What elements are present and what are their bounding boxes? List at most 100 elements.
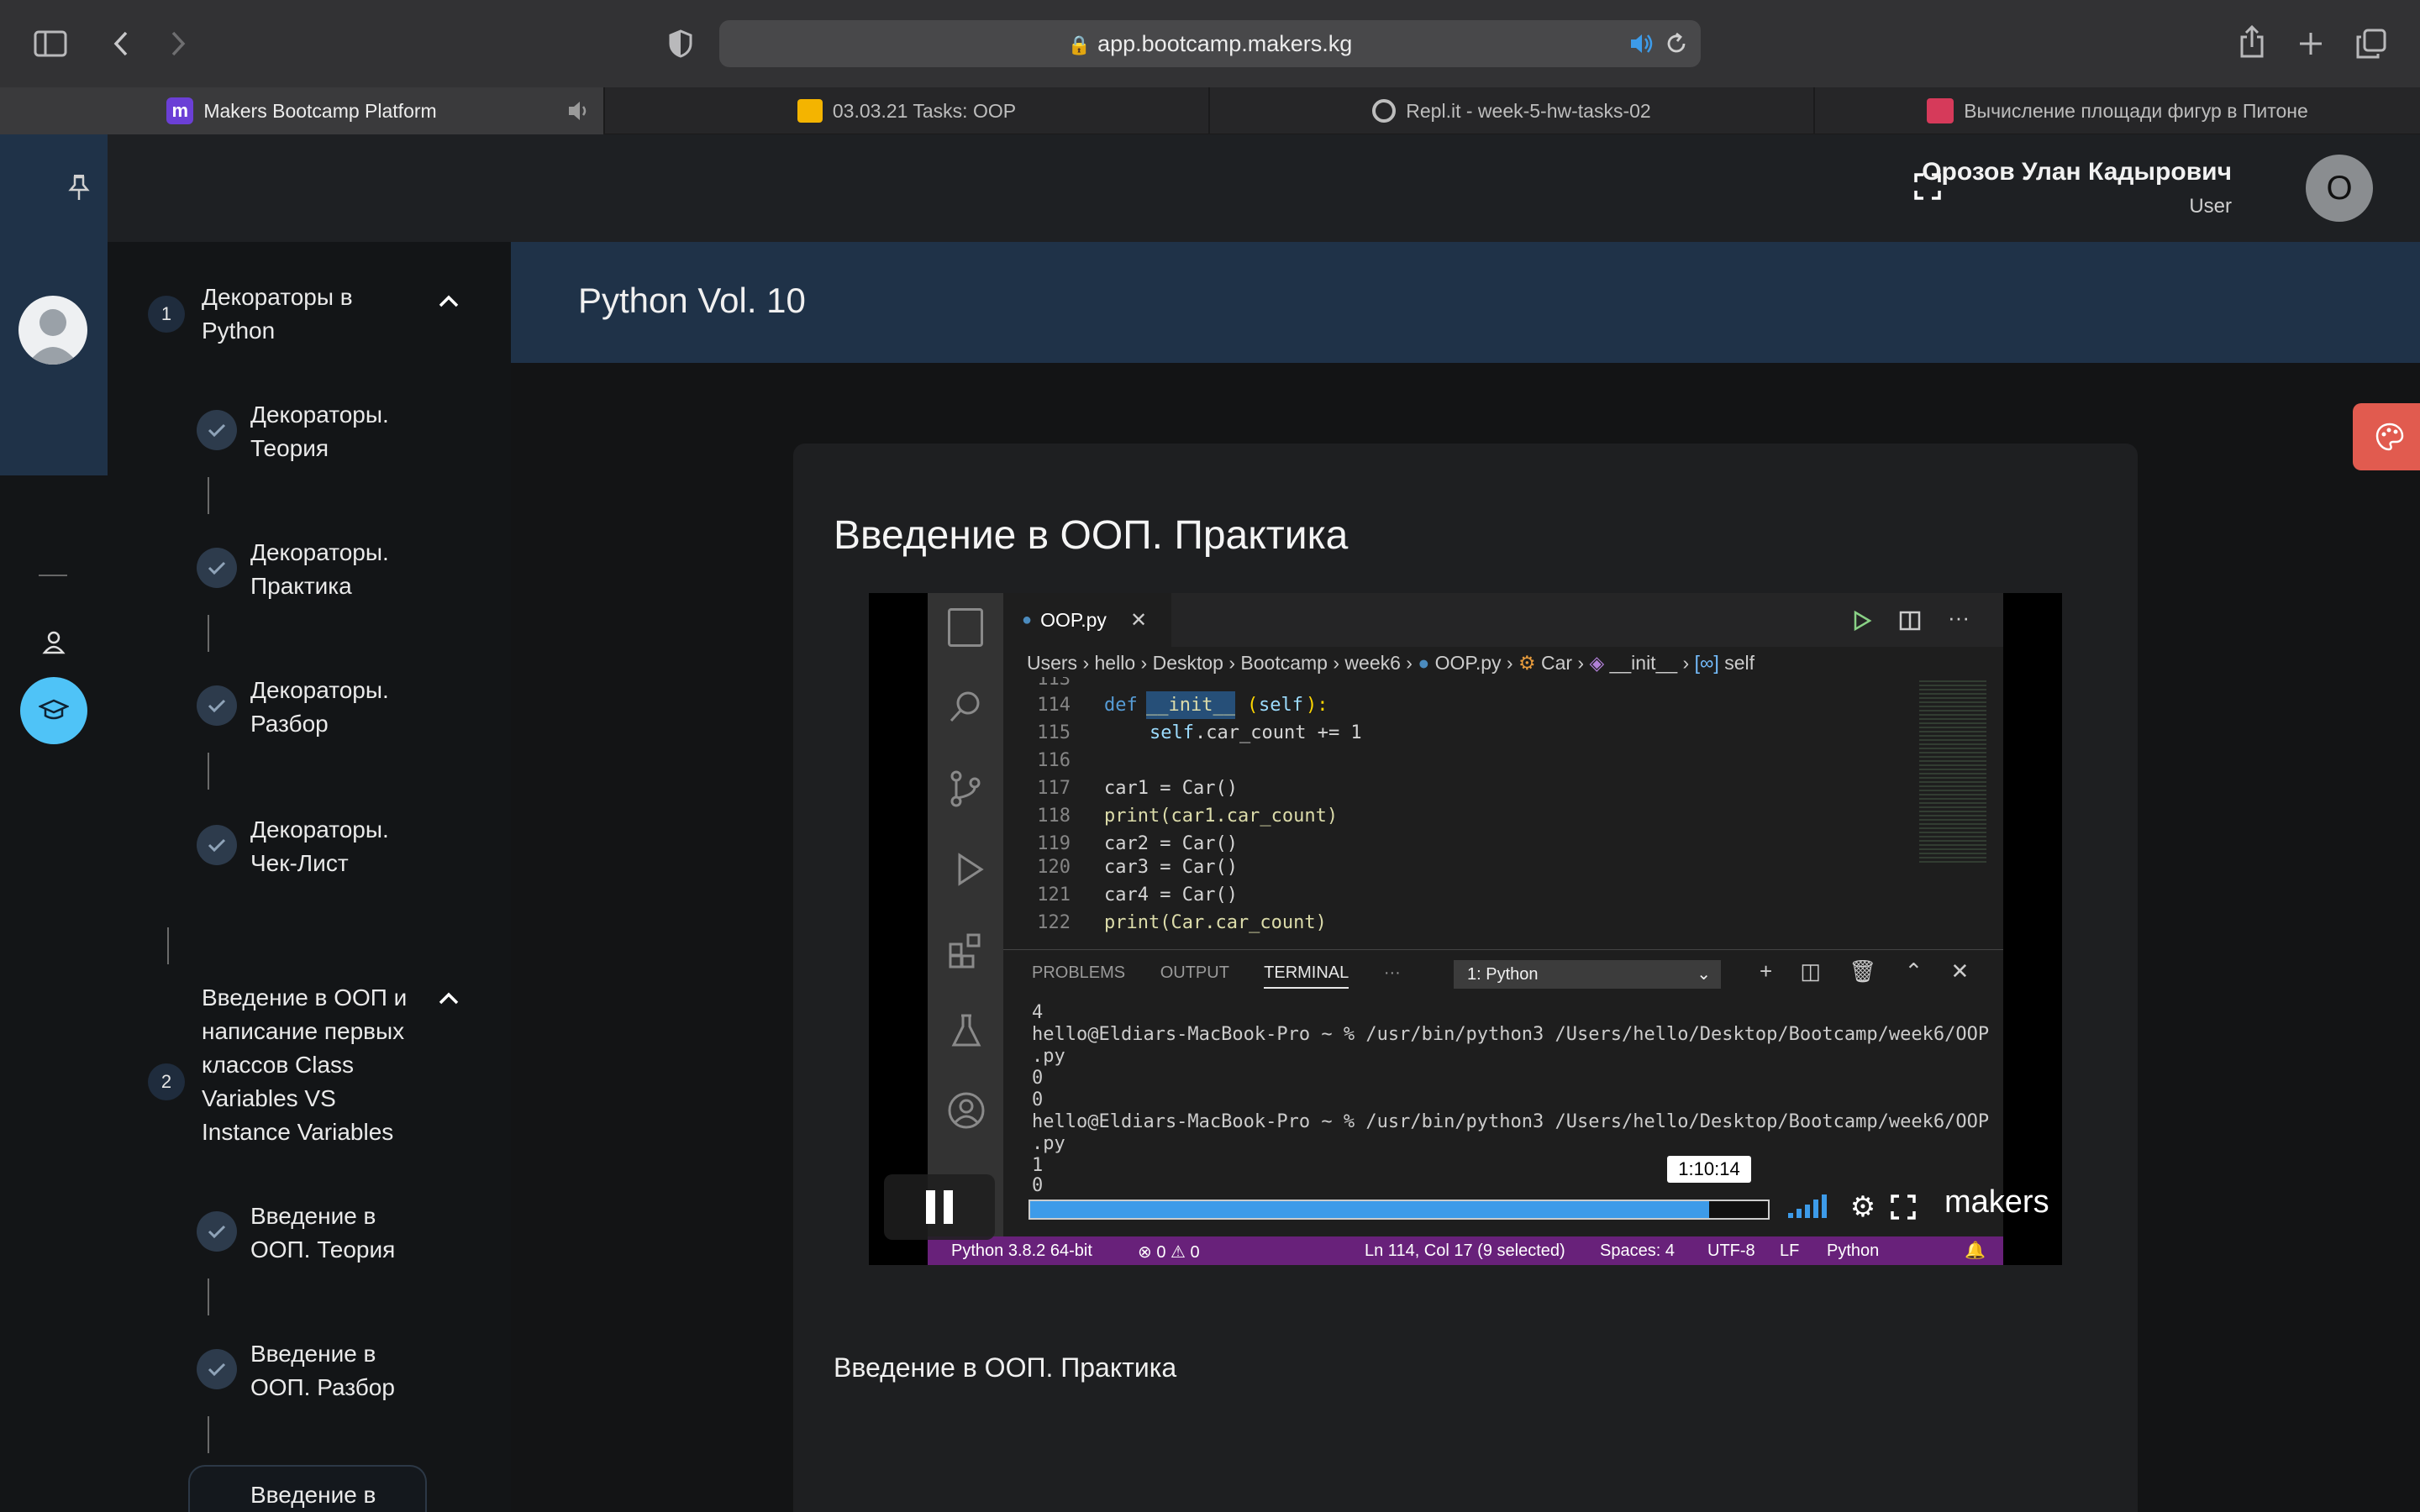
status-python[interactable]: Python 3.8.2 64-bit — [951, 1242, 1092, 1261]
bell-icon[interactable]: 🔔 — [1965, 1240, 1986, 1261]
theme-palette-button[interactable] — [2353, 403, 2420, 470]
status-spaces[interactable]: Spaces: 4 — [1600, 1242, 1675, 1261]
course-title: Python Vol. 10 — [578, 281, 806, 320]
speaker-icon[interactable] — [1628, 32, 1654, 55]
lesson-connector — [208, 753, 209, 790]
close-icon[interactable]: ✕ — [1130, 608, 1147, 633]
maximize-panel-icon[interactable]: ⌃ — [1904, 958, 1923, 984]
lesson-connector — [208, 1278, 209, 1315]
tab-title: Вычисление площади фигур в Питоне — [1964, 99, 2308, 122]
palette-icon — [2375, 423, 2404, 451]
shield-icon[interactable] — [664, 25, 697, 62]
vscode-activity-bar — [928, 593, 1003, 1265]
user-avatar[interactable]: О — [2306, 155, 2373, 222]
address-bar[interactable]: 🔒 app.bootcamp.makers.kg — [719, 20, 1701, 67]
split-editor-icon[interactable] — [1899, 610, 1921, 632]
sidebar-toggle-icon[interactable] — [30, 25, 71, 62]
tab-title: Makers Bootcamp Platform — [203, 99, 437, 122]
pause-icon — [926, 1190, 953, 1224]
breadcrumb: Users › hello › Desktop › Bootcamp › wee… — [1027, 652, 1754, 674]
lock-icon: 🔒 — [1067, 34, 1092, 55]
lesson-item[interactable]: Декораторы. Практика — [250, 536, 389, 603]
module-title[interactable]: Декораторы в Python — [202, 281, 353, 348]
lesson-check-icon — [197, 685, 237, 726]
tab-replit[interactable]: Repl.it - week-5-hw-tasks-02 — [1210, 87, 1813, 134]
volume-icon[interactable] — [1786, 1193, 1833, 1220]
pin-icon[interactable] — [67, 173, 94, 202]
editor-tab[interactable]: ● OOP.py ✕ — [1003, 593, 1171, 647]
status-problems[interactable]: ⊗ 0 ⚠ 0 — [1138, 1242, 1200, 1263]
new-terminal-icon[interactable]: + — [1760, 958, 1772, 984]
run-icon[interactable] — [1852, 610, 1872, 632]
status-encoding[interactable]: UTF-8 — [1707, 1242, 1755, 1261]
extensions-icon — [948, 932, 985, 969]
lesson-item-active[interactable]: Введение в — [188, 1465, 427, 1512]
lesson-item[interactable]: Введение в ООП. Теория — [250, 1200, 395, 1267]
time-tooltip: 1:10:14 — [1667, 1156, 1751, 1183]
tab-tasks-oop[interactable]: 03.03.21 Tasks: OOP — [605, 87, 1208, 134]
status-eol[interactable]: LF — [1780, 1242, 1799, 1261]
progress-fill — [1030, 1201, 1709, 1218]
editor-tab-bar: ● OOP.py ✕ ··· — [1003, 593, 2003, 647]
chevron-down-icon: ⌄ — [1697, 965, 1711, 984]
minimap — [1919, 680, 1986, 865]
url-text: app.bootcamp.makers.kg — [1097, 31, 1353, 56]
new-tab-icon[interactable] — [2294, 25, 2328, 62]
tab-overview-icon[interactable] — [2353, 25, 2390, 62]
profile-icon[interactable] — [42, 630, 66, 655]
brand-logo[interactable]: makers — [1944, 1184, 2049, 1221]
browser-tab-strip: m Makers Bootcamp Platform 03.03.21 Task… — [0, 87, 2420, 134]
lesson-check-icon — [197, 548, 237, 588]
chevron-up-icon[interactable] — [437, 292, 460, 309]
split-terminal-icon[interactable]: ◫ — [1800, 958, 1821, 984]
tab-terminal[interactable]: TERMINAL — [1264, 963, 1349, 989]
tab-more[interactable]: ··· — [1384, 963, 1401, 982]
lesson-item[interactable]: Введение в ООП. Разбор — [250, 1337, 395, 1404]
share-icon[interactable] — [2235, 22, 2269, 62]
tab-area-calc[interactable]: Вычисление площади фигур в Питоне — [1815, 87, 2420, 134]
tab-output[interactable]: OUTPUT — [1160, 963, 1229, 982]
code-editor[interactable]: 113 114 def __init__(self): 115 self .car_co… — [1003, 677, 2003, 853]
module-title[interactable]: Введение в ООП и написание первых классо… — [202, 981, 407, 1149]
more-actions-icon[interactable]: ··· — [1948, 605, 1970, 631]
tab-problems[interactable]: PROBLEMS — [1032, 963, 1125, 982]
module-number: 2 — [148, 1063, 185, 1100]
avatar[interactable] — [18, 296, 87, 365]
user-role: User — [2189, 195, 2232, 218]
reload-icon[interactable] — [1664, 31, 1689, 56]
debug-icon — [948, 850, 986, 889]
lesson-check-icon — [197, 1211, 237, 1252]
courses-icon[interactable] — [20, 677, 87, 744]
rail-divider — [39, 575, 67, 576]
lesson-check-icon — [197, 1349, 237, 1389]
explorer-icon — [948, 608, 983, 647]
screen: 🔒 app.bootcamp.makers.kg m Makers Bootcam… — [0, 0, 2420, 1512]
settings-icon[interactable]: ⚙ — [1849, 1193, 1877, 1221]
lesson-title: Введение в — [250, 1482, 376, 1508]
lesson-check-icon — [197, 410, 237, 450]
lesson-item[interactable]: Декораторы. Чек-Лист — [250, 813, 389, 880]
editor-tab-title: OOP.py — [1040, 608, 1107, 631]
status-position[interactable]: Ln 114, Col 17 (9 selected) — [1365, 1242, 1565, 1261]
trash-icon[interactable]: 🗑 — [1849, 958, 1876, 984]
pause-button[interactable] — [884, 1174, 995, 1240]
lesson-connector — [208, 615, 209, 652]
video-player[interactable]: ● OOP.py ✕ ··· Users › hello › Desktop ›… — [869, 593, 2062, 1265]
testing-icon — [950, 1013, 983, 1048]
fullscreen-video-icon[interactable] — [1891, 1194, 1916, 1220]
chevron-up-icon[interactable] — [437, 990, 460, 1006]
forward-icon[interactable] — [161, 25, 195, 62]
user-name: Орозов Улан Кадырович — [1922, 158, 2232, 186]
lesson-item[interactable]: Декораторы. Теория — [250, 398, 389, 465]
close-panel-icon[interactable]: ✕ — [1951, 958, 1970, 984]
lesson-connector — [208, 1416, 209, 1453]
lesson-item[interactable]: Декораторы. Разбор — [250, 674, 389, 741]
tab-mute-icon[interactable] — [566, 99, 592, 123]
makers-favicon-icon: m — [166, 97, 194, 124]
account-icon — [946, 1090, 986, 1131]
back-icon[interactable] — [104, 25, 138, 62]
tab-makers-bootcamp[interactable]: m Makers Bootcamp Platform — [0, 87, 603, 134]
status-language[interactable]: Python — [1827, 1242, 1879, 1261]
terminal-select[interactable]: 1: Python ⌄ — [1454, 960, 1721, 989]
progress-bar[interactable] — [1028, 1200, 1770, 1220]
